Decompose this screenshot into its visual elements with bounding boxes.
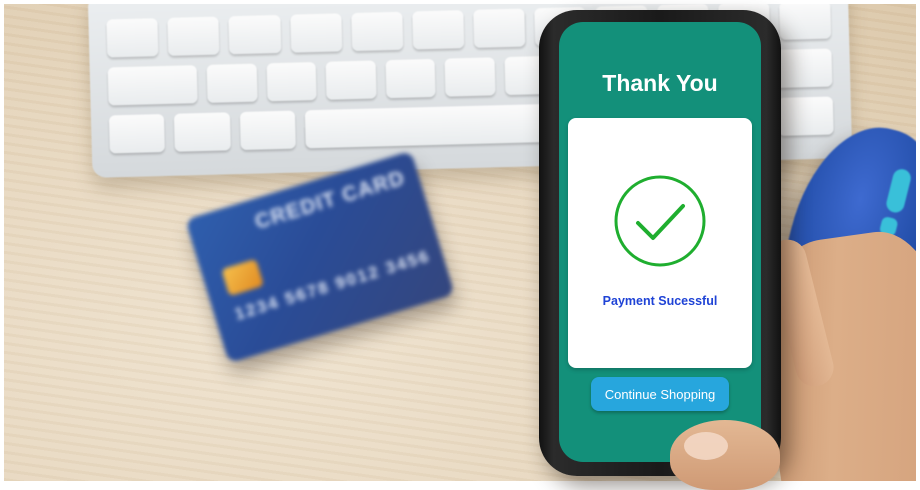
card-chip (221, 258, 264, 297)
payment-status-message: Payment Sucessful (602, 294, 718, 308)
thumb (670, 420, 780, 490)
payment-success-panel: Payment Sucessful (568, 118, 752, 368)
thumb-nail (684, 432, 728, 460)
check-circle-icon (614, 175, 706, 267)
mouse-scroll-wheel (884, 167, 913, 215)
phone-screen: Thank You Payment Sucessful Continue Sho… (559, 22, 761, 462)
thank-you-title: Thank You (602, 70, 718, 96)
continue-shopping-button[interactable]: Continue Shopping (591, 377, 729, 411)
